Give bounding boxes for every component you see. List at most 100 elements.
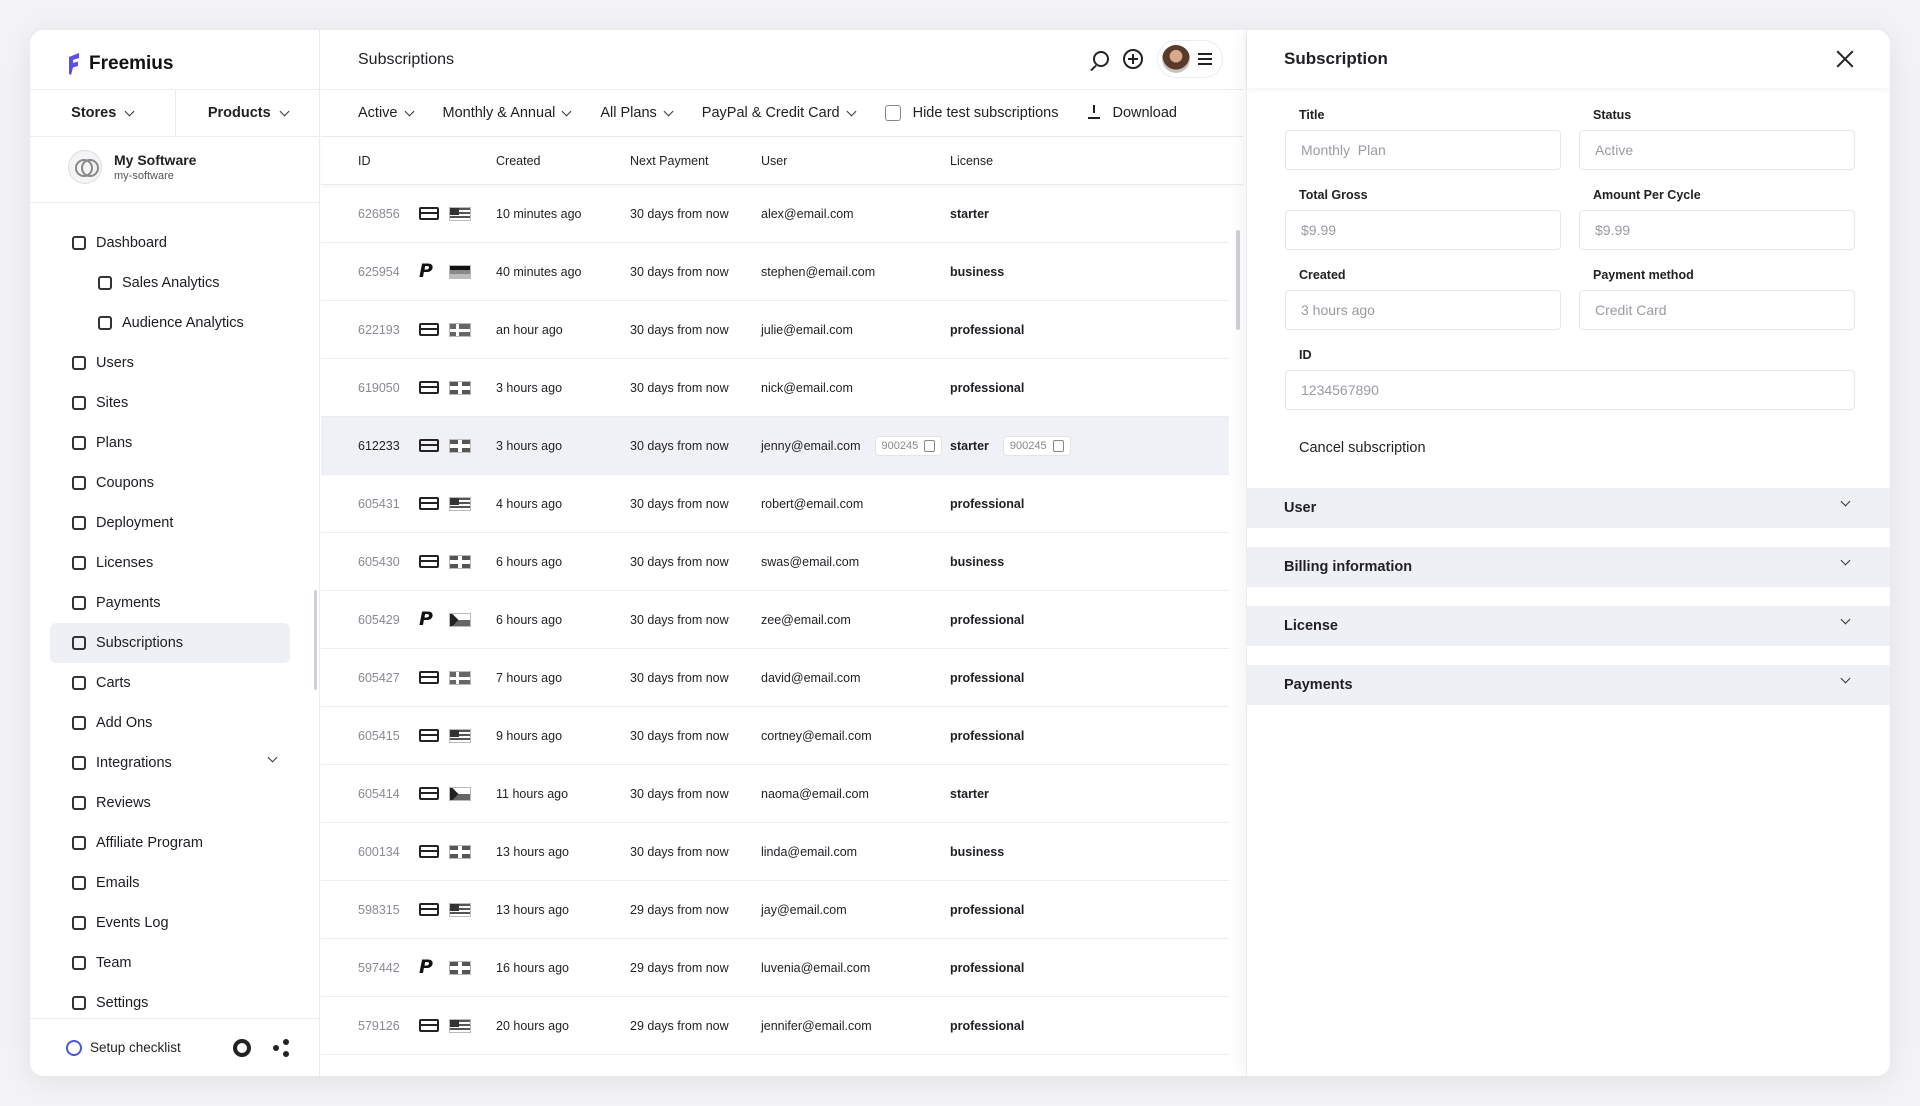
table-row[interactable]: 622193 an hour ago 30 days from now julie@e… xyxy=(321,301,1229,359)
sidebar-item-users[interactable]: Users xyxy=(50,343,290,383)
table-row[interactable]: 605431 4 hours ago 30 days from now robert@… xyxy=(321,475,1229,533)
title-field[interactable] xyxy=(1285,130,1561,170)
id-field[interactable] xyxy=(1285,370,1855,410)
coupon-icon xyxy=(72,476,86,490)
search-icon[interactable] xyxy=(1093,51,1109,67)
billing-cycle-filter[interactable]: Monthly & Annual xyxy=(443,105,572,121)
payment-method-field[interactable] xyxy=(1579,290,1855,330)
column-header-created[interactable]: Created xyxy=(496,154,540,168)
column-header-user[interactable]: User xyxy=(761,154,787,168)
created-label: Created xyxy=(1299,268,1346,282)
country-flag-icon xyxy=(449,438,471,453)
table-row[interactable]: 626856 10 minutes ago 30 days from now alex… xyxy=(321,185,1229,243)
created-field[interactable] xyxy=(1285,290,1561,330)
sidebar-item-payments[interactable]: Payments xyxy=(50,583,290,623)
sidebar-item-dashboard[interactable]: Dashboard xyxy=(50,223,290,263)
table-row[interactable]: 625954 P 40 minutes ago 30 days from now ste… xyxy=(321,243,1229,301)
sidebar-item-licenses[interactable]: Licenses xyxy=(50,543,290,583)
amount-per-cycle-field[interactable] xyxy=(1579,210,1855,250)
hide-test-checkbox[interactable] xyxy=(884,105,901,121)
row-user-email[interactable]: robert@email.com xyxy=(761,497,863,511)
sidebar-item-reviews[interactable]: Reviews xyxy=(50,783,290,823)
row-user-email[interactable]: jenny@email.com xyxy=(761,439,861,453)
column-header-next-payment[interactable]: Next Payment xyxy=(630,154,709,168)
table-row[interactable]: 579126 20 hours ago 29 days from now jennif… xyxy=(321,997,1229,1055)
accordion-license[interactable]: License xyxy=(1247,606,1890,646)
row-user-email[interactable]: alex@email.com xyxy=(761,207,854,221)
chevron-down-icon xyxy=(279,106,290,116)
row-user-email[interactable]: swas@email.com xyxy=(761,555,859,569)
table-row[interactable]: 605427 7 hours ago 30 days from now david@e… xyxy=(321,649,1229,707)
status-filter[interactable]: Active xyxy=(358,105,414,121)
copy-user-id-chip[interactable]: 900245 xyxy=(874,435,943,456)
sidebar-item-integrations[interactable]: Integrations xyxy=(50,743,290,783)
products-dropdown[interactable]: Products xyxy=(176,90,321,136)
row-user-email[interactable]: zee@email.com xyxy=(761,613,851,627)
sidebar-item-carts[interactable]: Carts xyxy=(50,663,290,703)
profile-menu[interactable] xyxy=(1157,40,1223,78)
table-scrollbar[interactable] xyxy=(1236,230,1240,330)
table-row[interactable]: 598315 13 hours ago 29 days from now jay@em… xyxy=(321,881,1229,939)
row-license: professional xyxy=(950,729,1024,743)
row-user-email[interactable]: david@email.com xyxy=(761,671,861,685)
logo[interactable]: Freemius xyxy=(67,47,173,81)
sidebar-item-subscriptions[interactable]: Subscriptions xyxy=(50,623,290,663)
plans-filter[interactable]: All Plans xyxy=(600,105,674,121)
help-lifebuoy-icon[interactable] xyxy=(233,1039,251,1057)
current-product[interactable]: My Software my-software xyxy=(68,150,196,184)
row-user-email[interactable]: jay@email.com xyxy=(761,903,847,917)
row-user-email[interactable]: cortney@email.com xyxy=(761,729,872,743)
sidebar-item-emails[interactable]: Emails xyxy=(50,863,290,903)
sidebar-item-plans[interactable]: Plans xyxy=(50,423,290,463)
table-row[interactable]: 605414 11 hours ago 30 days from now naoma@… xyxy=(321,765,1229,823)
payments-icon xyxy=(72,596,86,610)
row-user-email[interactable]: linda@email.com xyxy=(761,845,857,859)
sidebar-scrollbar[interactable] xyxy=(314,590,317,690)
share-icon[interactable] xyxy=(273,1039,291,1057)
row-user-email[interactable]: naoma@email.com xyxy=(761,787,869,801)
sidebar-item-audience-analytics[interactable]: Audience Analytics xyxy=(50,303,290,343)
sidebar-item-sales-analytics[interactable]: Sales Analytics xyxy=(50,263,290,303)
stores-dropdown[interactable]: Stores xyxy=(30,90,176,136)
row-user-email[interactable]: luvenia@email.com xyxy=(761,961,870,975)
hide-test-toggle[interactable]: Hide test subscriptions xyxy=(884,105,1058,121)
table-row[interactable]: 600134 13 hours ago 30 days from now linda@… xyxy=(321,823,1229,881)
add-icon[interactable] xyxy=(1123,49,1143,69)
row-user: zee@email.com xyxy=(761,613,851,627)
total-gross-field[interactable] xyxy=(1285,210,1561,250)
download-label: Download xyxy=(1112,105,1177,121)
sidebar-item-sites[interactable]: Sites xyxy=(50,383,290,423)
sidebar-item-coupons[interactable]: Coupons xyxy=(50,463,290,503)
row-user-email[interactable]: nick@email.com xyxy=(761,381,853,395)
table-row[interactable]: 605430 6 hours ago 30 days from now swas@em… xyxy=(321,533,1229,591)
row-user-email[interactable]: stephen@email.com xyxy=(761,265,875,279)
sidebar-item-label: Dashboard xyxy=(96,235,167,251)
status-field[interactable] xyxy=(1579,130,1855,170)
column-header-license[interactable]: License xyxy=(950,154,993,168)
table-row[interactable]: 597442 P 16 hours ago 29 days from now luven… xyxy=(321,939,1229,997)
accordion-user[interactable]: User xyxy=(1247,488,1890,528)
status-filter-label: Active xyxy=(358,105,398,121)
row-user-email[interactable]: jennifer@email.com xyxy=(761,1019,872,1033)
sidebar-item-affiliate-program[interactable]: Affiliate Program xyxy=(50,823,290,863)
sidebar-item-team[interactable]: Team xyxy=(50,943,290,983)
sidebar-item-events-log[interactable]: Events Log xyxy=(50,903,290,943)
cancel-subscription-button[interactable]: Cancel subscription xyxy=(1299,440,1426,456)
table-row[interactable]: 612233 3 hours ago 30 days from now jenny@e… xyxy=(321,417,1229,475)
download-button[interactable]: Download xyxy=(1088,105,1177,121)
copy-license-id-chip[interactable]: 900245 xyxy=(1002,435,1071,456)
accordion-billing-information[interactable]: Billing information xyxy=(1247,547,1890,587)
column-header-id[interactable]: ID xyxy=(358,154,371,168)
row-user-email[interactable]: julie@email.com xyxy=(761,323,853,337)
gateway-filter[interactable]: PayPal & Credit Card xyxy=(702,105,857,121)
sidebar-item-add-ons[interactable]: Add Ons xyxy=(50,703,290,743)
accordion-payments[interactable]: Payments xyxy=(1247,665,1890,705)
setup-checklist-link[interactable]: Setup checklist xyxy=(90,1040,181,1055)
table-row[interactable]: 619050 3 hours ago 30 days from now nick@em… xyxy=(321,359,1229,417)
table-row[interactable]: 605415 9 hours ago 30 days from now cortney… xyxy=(321,707,1229,765)
row-license: starter 900245 xyxy=(950,435,1071,456)
sidebar-item-deployment[interactable]: Deployment xyxy=(50,503,290,543)
close-icon[interactable] xyxy=(1836,50,1854,68)
table-row[interactable]: 605429 P 6 hours ago 30 days from now zee@em… xyxy=(321,591,1229,649)
sidebar-item-settings[interactable]: Settings xyxy=(50,983,290,1023)
